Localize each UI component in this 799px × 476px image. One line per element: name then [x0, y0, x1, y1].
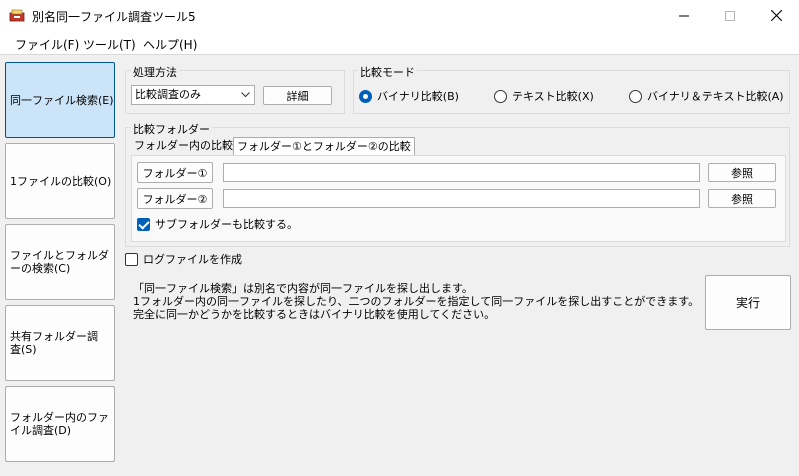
description-line-3: 完全に同一かどうかを比較するときはバイナリ比較を使用してください。	[133, 308, 496, 321]
close-icon	[770, 10, 782, 21]
detail-button[interactable]: 詳細	[263, 86, 332, 105]
browse-button-label: 参照	[731, 166, 753, 180]
checkbox-checked-icon	[137, 217, 150, 231]
close-button[interactable]	[753, 0, 799, 31]
logfile-label: ログファイルを作成	[143, 253, 242, 266]
radio-unselected-icon	[494, 89, 507, 103]
sidebar-item-same-file-search[interactable]: 同一ファイル検索(E)	[5, 62, 115, 138]
sidebar-item-label: ファイルとフォルダーの検索(C)	[10, 249, 109, 275]
menu-file[interactable]: ファイル(F)	[15, 36, 79, 53]
radio-binary-text-compare[interactable]: バイナリ＆テキスト比較(A)	[629, 88, 784, 104]
sidebar-item-folder-file-survey[interactable]: フォルダー内のファイル調査(D)	[5, 386, 115, 462]
sidebar-item-label: 同一ファイル検索(E)	[10, 93, 114, 107]
folder1-button-label: フォルダー①	[142, 166, 208, 180]
radio-selected-icon	[359, 89, 372, 103]
window-title: 別名同一ファイル調査ツール5	[32, 10, 196, 24]
description-line-2: 1フォルダー内の同一ファイルを探したり、二つのフォルダーを指定して同一ファイルを…	[133, 295, 700, 308]
folder1-button[interactable]: フォルダー①	[137, 162, 213, 183]
execute-button-label: 実行	[735, 296, 760, 310]
maximize-button[interactable]	[707, 0, 753, 31]
folder2-browse-button[interactable]: 参照	[708, 189, 776, 208]
subfolder-label: サブフォルダーも比較する。	[155, 218, 298, 231]
processing-method-value: 比較調査のみ	[135, 88, 201, 101]
checkbox-unchecked-icon	[125, 252, 138, 266]
description-line-1: 「同一ファイル検索」は別名で内容が同一ファイルを探し出します。	[133, 282, 473, 295]
sidebar-item-label: 1ファイルの比較(O)	[10, 174, 112, 188]
tab-in-folder-compare[interactable]: フォルダー内の比較	[131, 137, 236, 155]
minimize-icon	[679, 15, 689, 16]
minimize-button[interactable]	[661, 0, 707, 31]
sidebar-item-one-file-compare[interactable]: 1ファイルの比較(O)	[5, 143, 115, 219]
tab-two-folder-compare[interactable]: フォルダー①とフォルダー②の比較	[233, 137, 415, 155]
processing-method-select[interactable]: 比較調査のみ	[131, 85, 255, 105]
sidebar-item-label: フォルダー内のファイル調査(D)	[10, 411, 109, 437]
app-icon	[9, 9, 25, 22]
folder2-path-field[interactable]	[223, 189, 700, 208]
radio-label: バイナリ＆テキスト比較(A)	[647, 90, 784, 103]
compare-folder-title: 比較フォルダー	[131, 121, 212, 137]
description-text: 「同一ファイル検索」は別名で内容が同一ファイルを探し出します。 1フォルダー内の…	[133, 282, 700, 321]
folder2-button[interactable]: フォルダー②	[137, 188, 213, 209]
radio-unselected-icon	[629, 89, 642, 103]
folder1-browse-button[interactable]: 参照	[708, 163, 776, 182]
sidebar-item-shared-folder[interactable]: 共有フォルダー調査(S)	[5, 305, 115, 381]
folder2-button-label: フォルダー②	[142, 192, 208, 206]
processing-method-title: 処理方法	[131, 64, 179, 80]
maximize-icon	[725, 10, 735, 21]
menu-bar: ファイル(F) ツール(T) ヘルプ(H)	[0, 31, 799, 55]
detail-button-label: 詳細	[286, 89, 309, 103]
execute-button[interactable]: 実行	[705, 275, 791, 330]
radio-text-compare[interactable]: テキスト比較(X)	[494, 88, 594, 104]
title-bar: 別名同一ファイル調査ツール5	[0, 0, 799, 31]
radio-label: バイナリ比較(B)	[377, 90, 459, 103]
browse-button-label: 参照	[731, 192, 753, 206]
folder1-path-field[interactable]	[223, 163, 700, 182]
logfile-checkbox[interactable]: ログファイルを作成	[125, 251, 242, 267]
radio-binary-compare[interactable]: バイナリ比較(B)	[359, 88, 459, 104]
sidebar-item-file-folder-search[interactable]: ファイルとフォルダーの検索(C)	[5, 224, 115, 300]
menu-help[interactable]: ヘルプ(H)	[143, 36, 197, 53]
sidebar-item-label: 共有フォルダー調査(S)	[10, 330, 98, 356]
menu-tools[interactable]: ツール(T)	[83, 36, 136, 53]
compare-mode-title: 比較モード	[358, 64, 417, 80]
subfolder-checkbox[interactable]: サブフォルダーも比較する。	[137, 216, 298, 232]
radio-label: テキスト比較(X)	[512, 90, 594, 103]
chevron-down-icon	[241, 92, 250, 98]
